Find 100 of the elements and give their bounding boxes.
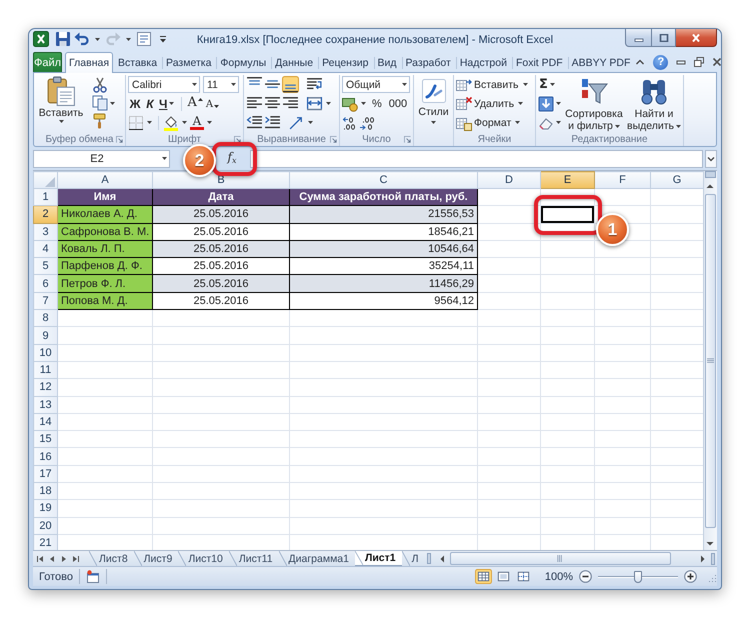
restore-icon[interactable] — [694, 57, 704, 67]
row-header[interactable]: 2 — [34, 206, 58, 224]
column-header[interactable]: B — [152, 172, 290, 188]
insert-function-button[interactable]: f$_{x}$ — [220, 150, 244, 168]
down-arrow-square-icon[interactable] — [538, 96, 554, 112]
bold-button[interactable]: Ж — [128, 95, 142, 112]
row-header[interactable]: 5 — [34, 258, 58, 275]
row-header[interactable]: 4 — [34, 240, 58, 258]
name-box[interactable]: E2 — [33, 150, 170, 168]
insert-cells-button[interactable]: Вставить — [456, 75, 530, 94]
row-header[interactable]: 14 — [34, 413, 58, 431]
document-icon[interactable] — [136, 31, 152, 47]
row-header[interactable]: 8 — [34, 310, 58, 327]
indent-icon[interactable] — [264, 114, 281, 131]
styles-button[interactable]: Стили — [416, 75, 451, 125]
merge-cells-icon[interactable] — [306, 95, 323, 112]
thousands-separator-button[interactable]: 000 — [386, 95, 410, 112]
row-header[interactable]: 13 — [34, 396, 58, 414]
percent-button[interactable]: % — [369, 95, 385, 112]
outdent-icon[interactable] — [246, 114, 263, 131]
banknote-coin-icon[interactable] — [342, 96, 358, 112]
zoom-level[interactable]: 100% — [544, 570, 573, 582]
font-size-dropdown[interactable]: 11 — [203, 76, 239, 93]
delete-cells-button[interactable]: Удалить — [456, 94, 526, 113]
font-name-dropdown[interactable]: Calibri — [128, 76, 200, 93]
dialog-launcher-icon[interactable] — [234, 136, 241, 142]
grow-font-button[interactable]: A — [186, 95, 204, 112]
scissors-icon[interactable] — [92, 77, 108, 93]
column-header[interactable]: A — [58, 172, 152, 188]
row-header[interactable]: 20 — [34, 517, 58, 534]
close-button[interactable] — [676, 29, 717, 47]
paintbrush-icon[interactable] — [92, 113, 108, 129]
column-header[interactable]: D — [478, 172, 540, 188]
zoom-slider-thumb[interactable] — [634, 570, 642, 582]
dialog-launcher-icon[interactable] — [330, 136, 337, 142]
last-sheet-icon[interactable] — [72, 554, 80, 562]
ribbon-tab[interactable]: Разметка — [162, 52, 216, 72]
ribbon-tab[interactable]: Формулы — [216, 52, 270, 72]
row-header[interactable]: 10 — [34, 344, 58, 362]
row-header[interactable]: 19 — [34, 500, 58, 518]
selected-cell[interactable] — [540, 206, 594, 224]
row-header[interactable]: 17 — [34, 465, 58, 483]
previous-sheet-icon[interactable] — [48, 554, 56, 562]
row-header[interactable]: 12 — [34, 378, 58, 396]
column-header[interactable]: E — [540, 172, 594, 188]
macro-record-icon[interactable] — [86, 570, 100, 584]
sum-button[interactable]: Σ — [538, 75, 562, 94]
paint-bucket-icon[interactable] — [163, 114, 179, 130]
number-format-dropdown[interactable]: Общий — [342, 76, 410, 93]
zoom-in-icon[interactable] — [684, 570, 697, 583]
ribbon-tab[interactable]: Рецензир — [318, 52, 372, 72]
save-icon[interactable] — [55, 31, 71, 47]
zoom-out-icon[interactable] — [579, 570, 592, 583]
ribbon-tab[interactable]: Foxit PDF — [512, 52, 567, 72]
maximize-button[interactable] — [652, 29, 676, 47]
column-header[interactable]: C — [290, 172, 478, 188]
ribbon-tab[interactable]: Данные — [271, 52, 318, 72]
split-handle[interactable] — [711, 552, 715, 564]
spreadsheet-logo-icon[interactable] — [33, 31, 49, 47]
vertical-scrollbar[interactable] — [703, 171, 717, 550]
align-bottom-icon[interactable] — [282, 76, 299, 93]
column-header[interactable]: G — [650, 172, 703, 188]
next-sheet-icon[interactable] — [60, 554, 68, 562]
row-header[interactable]: 9 — [34, 326, 58, 344]
ribbon-tab[interactable]: Вставка — [114, 52, 162, 72]
copy-icon[interactable] — [92, 95, 108, 111]
sort-filter-button[interactable]: Сортировка и фильтр — [562, 75, 626, 133]
row-header[interactable]: 6 — [34, 274, 58, 292]
format-cells-button[interactable]: Формат — [456, 113, 522, 132]
sheet-tab[interactable]: Лист1 — [354, 551, 402, 566]
first-sheet-icon[interactable] — [36, 554, 44, 562]
ribbon-tab[interactable]: Разработ — [402, 52, 455, 72]
split-handle[interactable] — [705, 171, 716, 178]
row-header[interactable]: 18 — [34, 482, 58, 500]
close-icon[interactable] — [712, 57, 722, 67]
file-tab[interactable]: Файл — [33, 52, 62, 72]
row-header[interactable]: 7 — [34, 292, 58, 310]
row-header[interactable]: 21 — [34, 534, 58, 550]
ribbon-tab[interactable]: Надстрой — [456, 52, 511, 72]
undo-icon[interactable] — [74, 31, 90, 47]
dialog-launcher-icon[interactable] — [404, 136, 411, 142]
row-header[interactable]: 16 — [34, 448, 58, 466]
scroll-thumb[interactable] — [450, 552, 671, 565]
font-color-button[interactable]: A — [190, 115, 204, 130]
diagonal-arrow-icon[interactable] — [288, 114, 305, 131]
scroll-thumb[interactable] — [705, 194, 716, 528]
split-handle[interactable] — [426, 553, 431, 564]
decrease-decimal-icon[interactable] — [359, 114, 375, 130]
minimize-button[interactable] — [625, 29, 652, 47]
dialog-launcher-icon[interactable] — [116, 136, 123, 142]
shrink-font-button[interactable]: A — [204, 95, 220, 112]
paste-button[interactable]: Вставить — [36, 75, 86, 124]
row-header[interactable]: 1 — [34, 188, 58, 206]
expand-caret-icon[interactable] — [705, 150, 717, 168]
column-header[interactable]: F — [594, 172, 650, 188]
find-select-button[interactable]: Найти и выделить — [626, 75, 682, 133]
ribbon-tab[interactable]: Вид — [374, 52, 400, 72]
underline-button[interactable]: Ч — [158, 95, 178, 112]
border-grid-icon[interactable] — [128, 114, 144, 130]
row-header[interactable]: 15 — [34, 430, 58, 448]
